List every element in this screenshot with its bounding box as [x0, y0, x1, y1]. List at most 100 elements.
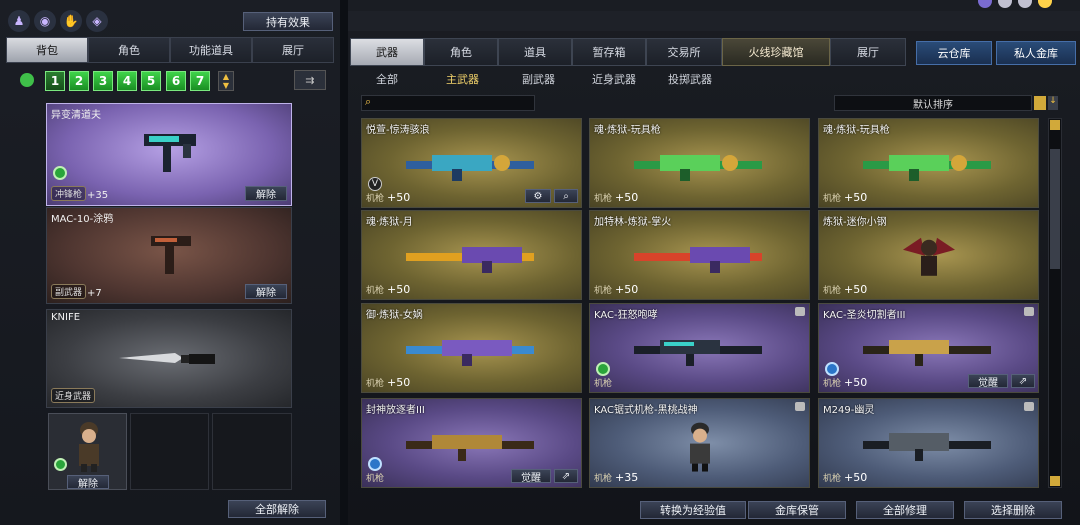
pistol-image [151, 236, 191, 274]
awaken-button[interactable]: 觉醒 [968, 374, 1008, 389]
transfer-icon[interactable]: ⇉ [294, 70, 326, 90]
weapon-category: 机枪 [366, 194, 385, 204]
weapon-card[interactable]: 魂·炼狱-玩具枪 机枪 +50 [818, 118, 1039, 208]
item-value: +35 [87, 190, 109, 201]
hand-icon[interactable]: ✋ [60, 10, 82, 32]
weapon-title: KAC-狂怒咆哮 [594, 310, 658, 321]
weapon-card[interactable]: 悦萱-惊涛骇浪 V 机枪 +50 ⚙ ⌕ [361, 118, 582, 208]
page-stepper-icon[interactable]: ▲ ▼ [218, 71, 234, 91]
sort-dropdown[interactable]: 默认排序 [834, 95, 1032, 111]
scroll-down-icon[interactable] [1050, 476, 1060, 486]
tab-characters[interactable]: 角色 [424, 38, 498, 66]
weapon-category: 机枪 [823, 379, 842, 389]
top-status-icons [978, 0, 1078, 8]
eye-icon[interactable]: ◉ [34, 10, 56, 32]
smg-image [144, 134, 196, 172]
tab-cloud-storage[interactable]: 云仓库 [916, 41, 992, 65]
page-5[interactable]: 5 [141, 71, 161, 91]
tab-function-items[interactable]: 功能道具 [170, 37, 252, 63]
page-7[interactable]: 7 [190, 71, 210, 91]
page-2[interactable]: 2 [69, 71, 89, 91]
bag-icon[interactable]: ◈ [86, 10, 108, 32]
empty-slot[interactable] [130, 413, 209, 490]
weapon-footer: 机枪 +50 [366, 283, 410, 296]
tab-gallery[interactable]: 展厅 [830, 38, 906, 66]
share-icon[interactable]: ⇗ [1011, 374, 1035, 388]
subtab-primary[interactable]: 主武器 [446, 71, 479, 87]
character-image [689, 422, 710, 472]
compare-icon[interactable]: ⚙ [525, 189, 551, 203]
inventory-item[interactable]: MAC-10-涂鸦 副武器 +7 解除 [46, 207, 292, 304]
search-icon: ⌕ [365, 95, 372, 108]
convert-exp-button[interactable]: 转换为经验值 [640, 501, 746, 519]
inventory-item[interactable]: KNIFE 近身武器 [46, 309, 292, 408]
unequip-button[interactable]: 解除 [245, 186, 287, 201]
lock-icon [1024, 402, 1034, 411]
weapon-category: 机枪 [823, 286, 842, 296]
tab-gallery[interactable]: 展厅 [252, 37, 334, 63]
subtab-secondary[interactable]: 副武器 [522, 71, 555, 87]
weapon-category: 机枪 [366, 286, 385, 296]
lock-icon [1024, 307, 1034, 316]
repair-all-button[interactable]: 全部修理 [856, 501, 954, 519]
zoom-icon[interactable]: ⌕ [554, 189, 578, 203]
page-1[interactable]: 1 [45, 71, 65, 91]
weapon-title: 封神放逐者III [366, 405, 425, 416]
awakened-icon [368, 457, 382, 471]
effects-button[interactable]: 持有效果 [243, 12, 333, 31]
weapon-card[interactable]: 封神放逐者III 机枪 觉醒 ⇗ [361, 398, 582, 488]
tab-weapons[interactable]: 武器 [350, 38, 424, 66]
page-3[interactable]: 3 [93, 71, 113, 91]
tab-storage[interactable]: 暂存箱 [572, 38, 646, 66]
inventory-item[interactable]: 异变清道夫 冲锋枪 +35 解除 [46, 103, 292, 206]
page-4[interactable]: 4 [117, 71, 137, 91]
awaken-button[interactable]: 觉醒 [511, 469, 551, 484]
page-6[interactable]: 6 [166, 71, 186, 91]
tab-private-vault[interactable]: 私人金库 [996, 41, 1076, 65]
scrollbar[interactable] [1048, 118, 1062, 488]
warehouse-panel: 武器 角色 道具 暂存箱 交易所 火线珍藏馆 展厅 云仓库 私人金库 全部 主武… [348, 0, 1080, 525]
weapon-image [633, 155, 762, 181]
weapon-card[interactable]: 加特林-炼狱-掌火 机枪 +50 [589, 210, 810, 300]
weapon-image [862, 433, 991, 461]
tab-collection[interactable]: 火线珍藏馆 [722, 38, 830, 66]
scroll-thumb[interactable] [1050, 149, 1060, 269]
weapon-card[interactable]: M249-幽灵 机枪 +50 [818, 398, 1039, 488]
vault-store-button[interactable]: 金库保管 [748, 501, 846, 519]
tab-exchange[interactable]: 交易所 [646, 38, 722, 66]
character-slot[interactable]: 解除 [48, 413, 127, 490]
weapon-title: 加特林-炼狱-掌火 [594, 217, 672, 228]
subtab-melee[interactable]: 近身武器 [592, 71, 636, 87]
weapon-card[interactable]: 炼狱-迷你小钢 机枪 +50 [818, 210, 1039, 300]
weapon-card[interactable]: KAC锯式机枪-黑桃战神 机枪 +35 [589, 398, 810, 488]
weapon-card[interactable]: 魂·炼狱-月 机枪 +50 [361, 210, 582, 300]
list-view-icon[interactable] [1034, 96, 1046, 110]
tab-items[interactable]: 道具 [498, 38, 572, 66]
tab-backpack[interactable]: 背包 [6, 37, 88, 63]
empty-slot[interactable] [212, 413, 292, 490]
equipped-icon [53, 166, 67, 180]
share-icon[interactable]: ⇗ [554, 469, 578, 483]
select-delete-button[interactable]: 选择删除 [964, 501, 1062, 519]
version-mark-icon: V [368, 177, 382, 191]
weapon-card[interactable]: KAC-圣炎切割者III 机枪 +50 觉醒 ⇗ [818, 303, 1039, 393]
unequip-all-button[interactable]: 全部解除 [228, 500, 326, 518]
unequip-button[interactable]: 解除 [67, 475, 109, 490]
sort-order-icon[interactable]: ↓ [1048, 96, 1058, 110]
weapon-card[interactable]: KAC-狂怒咆哮 机枪 [589, 303, 810, 393]
weapon-card[interactable]: 魂·炼狱-玩具枪 机枪 +50 [589, 118, 810, 208]
weapon-image [405, 435, 534, 461]
weapon-footer: 机枪 +50 [823, 471, 867, 484]
weapon-card[interactable]: 御·炼狱-女娲 机枪 +50 [361, 303, 582, 393]
weapon-category: 机枪 [594, 474, 613, 484]
character-image [902, 237, 955, 276]
tab-character[interactable]: 角色 [88, 37, 170, 63]
subtab-throwing[interactable]: 投掷武器 [668, 71, 712, 87]
unequip-button[interactable]: 解除 [245, 284, 287, 299]
scroll-up-icon[interactable] [1050, 120, 1060, 130]
search-input[interactable]: ⌕ [361, 95, 535, 111]
weapon-category: 机枪 [594, 286, 613, 296]
weapon-category: 机枪 [594, 379, 613, 389]
subtab-all[interactable]: 全部 [376, 71, 398, 87]
group-icon[interactable]: ♟ [8, 10, 30, 32]
